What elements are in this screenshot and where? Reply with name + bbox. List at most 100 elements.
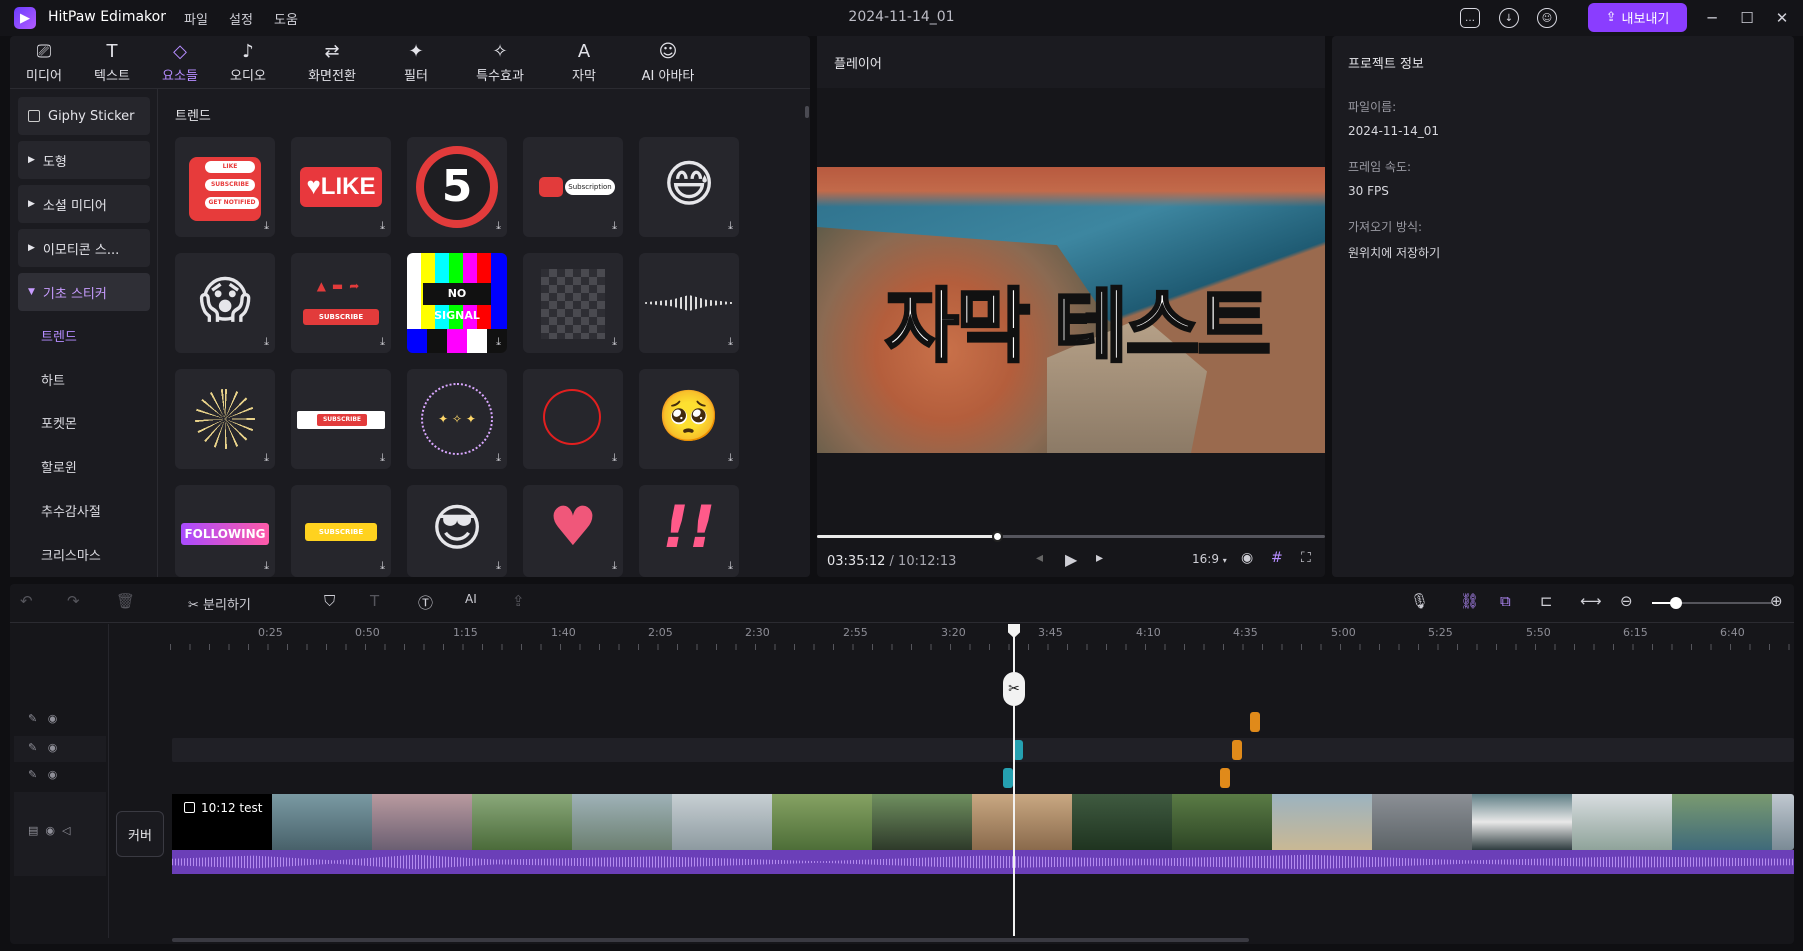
subcategory-christmas[interactable]: 크리스마스: [41, 545, 101, 564]
category-shapes[interactable]: ▶ 도형: [18, 141, 150, 179]
sticker-tile[interactable]: ⤓: [639, 253, 739, 353]
overlay-track[interactable]: [172, 738, 1794, 762]
download-icon[interactable]: ⤓: [728, 451, 733, 465]
feedback-icon[interactable]: …: [1460, 8, 1480, 28]
clip-marker[interactable]: [1220, 768, 1230, 788]
category-emoticons[interactable]: ▶ 이모티콘 스...: [18, 229, 150, 267]
audio-waveform[interactable]: [172, 850, 1794, 874]
fit-timeline-icon[interactable]: ⟷: [1580, 592, 1602, 610]
eye-icon[interactable]: ◉: [48, 712, 58, 725]
download-icon[interactable]: ⤓: [496, 451, 501, 465]
eye-icon[interactable]: ◉: [45, 824, 55, 837]
sticker-tile[interactable]: LIKE SUBSCRIBE GET NOTIFIED ⤓: [175, 137, 275, 237]
download-icon[interactable]: ⤓: [264, 559, 269, 573]
sticker-tile[interactable]: ⤓: [175, 369, 275, 469]
maximize-icon[interactable]: ☐: [1735, 6, 1759, 30]
eye-icon[interactable]: ◉: [48, 741, 58, 754]
undo-icon[interactable]: ↶: [20, 592, 33, 610]
category-social-media[interactable]: ▶ 소셜 미디어: [18, 185, 150, 223]
sticker-tile[interactable]: ⤓: [523, 253, 623, 353]
download-icon[interactable]: ⤓: [728, 335, 733, 349]
download-icon[interactable]: ↓: [1499, 8, 1519, 28]
download-icon[interactable]: ⤓: [264, 335, 269, 349]
sticker-tile[interactable]: 😎 ⤓: [407, 485, 507, 577]
download-icon[interactable]: ⤓: [612, 451, 617, 465]
pin-icon[interactable]: ✎: [28, 741, 37, 754]
track-lock-icon[interactable]: ▤: [28, 824, 38, 837]
download-icon[interactable]: ⤓: [728, 559, 733, 573]
download-icon[interactable]: ⤓: [612, 335, 617, 349]
sticker-tile[interactable]: ♥ ⤓: [523, 485, 623, 577]
tab-audio[interactable]: ♪ 오디오: [214, 36, 282, 88]
next-frame-icon[interactable]: ▸: [1096, 550, 1103, 566]
grid-scrollbar[interactable]: [805, 106, 809, 118]
tab-filter[interactable]: ✦ 필터: [382, 36, 450, 88]
video-clip[interactable]: [172, 794, 1794, 850]
text-edit-icon[interactable]: T: [370, 592, 379, 610]
sticker-tile[interactable]: !! ⤓: [639, 485, 739, 577]
eye-icon[interactable]: ◉: [48, 768, 58, 781]
tab-transition[interactable]: ⇄ 화면전환: [282, 36, 382, 88]
subtitle-overlay[interactable]: 자막 테스트: [817, 262, 1325, 378]
pin-icon[interactable]: ✎: [28, 712, 37, 725]
tab-ai-avatar[interactable]: ☺ AI 아바타: [618, 36, 718, 88]
menu-file[interactable]: 파일: [184, 9, 208, 28]
sticker-tile[interactable]: ⤓: [523, 369, 623, 469]
prev-frame-icon[interactable]: ◂: [1036, 550, 1043, 566]
speaker-icon[interactable]: ◁: [62, 824, 70, 837]
aspect-ratio-select[interactable]: 16:9 ▾: [1192, 552, 1227, 566]
subcategory-heart[interactable]: 하트: [41, 370, 65, 389]
redo-icon[interactable]: ↷: [67, 592, 80, 610]
cover-button[interactable]: 커버: [116, 811, 164, 857]
subcategory-trend[interactable]: 트렌드: [41, 326, 77, 345]
sticker-tile[interactable]: NO SIGNAL ⤓: [407, 253, 507, 353]
time-ruler[interactable]: 0:25 0:50 1:15 1:40 2:05 2:30 2:55 3:20 …: [170, 624, 1794, 652]
video-preview[interactable]: 자막 테스트: [817, 167, 1325, 453]
sticker-tile[interactable]: SUBSCRIBE ⤓: [291, 485, 391, 577]
export-clip-icon[interactable]: ⇪: [512, 592, 525, 610]
menu-settings[interactable]: 설정: [229, 9, 253, 28]
scissors-icon[interactable]: ✂: [1003, 672, 1025, 706]
close-icon[interactable]: ✕: [1770, 6, 1794, 30]
download-icon[interactable]: ⤓: [380, 559, 385, 573]
sticker-tile[interactable]: 🥺 ⤓: [639, 369, 739, 469]
download-icon[interactable]: ⤓: [380, 219, 385, 233]
download-icon[interactable]: ⤓: [612, 219, 617, 233]
sticker-tile[interactable]: ♥LIKE ⤓: [291, 137, 391, 237]
delete-icon[interactable]: 🗑: [116, 592, 135, 610]
sticker-tile[interactable]: ▲▬➦ SUBSCRIBE ⤓: [291, 253, 391, 353]
timeline-scrollbar[interactable]: [172, 938, 1249, 942]
account-icon[interactable]: ☺: [1537, 8, 1557, 28]
sticker-tile[interactable]: ✦ ✧ ✦ ⤓: [407, 369, 507, 469]
playback-progress[interactable]: [817, 531, 1325, 542]
tab-subtitle[interactable]: A 자막: [550, 36, 618, 88]
play-icon[interactable]: ▶: [1065, 550, 1077, 569]
clip-marker[interactable]: [1232, 740, 1242, 760]
subcategory-thanksgiving[interactable]: 추수감사절: [41, 501, 101, 520]
download-icon[interactable]: ⤓: [264, 451, 269, 465]
add-text-icon[interactable]: Ⓣ: [418, 592, 433, 613]
zoom-out-icon[interactable]: ⊖: [1620, 592, 1633, 610]
sticker-tile[interactable]: SUBSCRIBE ⤓: [291, 369, 391, 469]
marker-icon[interactable]: ⛉: [324, 592, 335, 610]
split-button[interactable]: ✂ 분리하기: [188, 594, 251, 613]
grid-icon[interactable]: #: [1271, 550, 1283, 566]
category-giphy-sticker[interactable]: Giphy Sticker: [18, 97, 150, 135]
split-track-icon[interactable]: ⊏: [1540, 592, 1553, 610]
sticker-tile[interactable]: Subscription ⤓: [523, 137, 623, 237]
download-icon[interactable]: ⤓: [380, 451, 385, 465]
category-basic-stickers[interactable]: ▼ 기초 스티커: [18, 273, 150, 311]
download-icon[interactable]: ⤓: [380, 335, 385, 349]
download-icon[interactable]: ⤓: [496, 559, 501, 573]
download-icon[interactable]: ⤓: [264, 219, 269, 233]
clip-marker[interactable]: [1250, 712, 1260, 732]
download-icon[interactable]: ⤓: [496, 219, 501, 233]
snap-icon[interactable]: ⧉: [1500, 592, 1511, 610]
clip-marker[interactable]: [1003, 768, 1013, 788]
menu-help[interactable]: 도움: [274, 9, 298, 28]
tab-media[interactable]: ⎚ 미디어: [10, 36, 78, 88]
zoom-slider-knob[interactable]: [1670, 597, 1682, 609]
snapshot-icon[interactable]: ◉: [1241, 550, 1253, 566]
sticker-tile[interactable]: 😅 ⤓: [639, 137, 739, 237]
minimize-icon[interactable]: ─: [1700, 6, 1724, 30]
